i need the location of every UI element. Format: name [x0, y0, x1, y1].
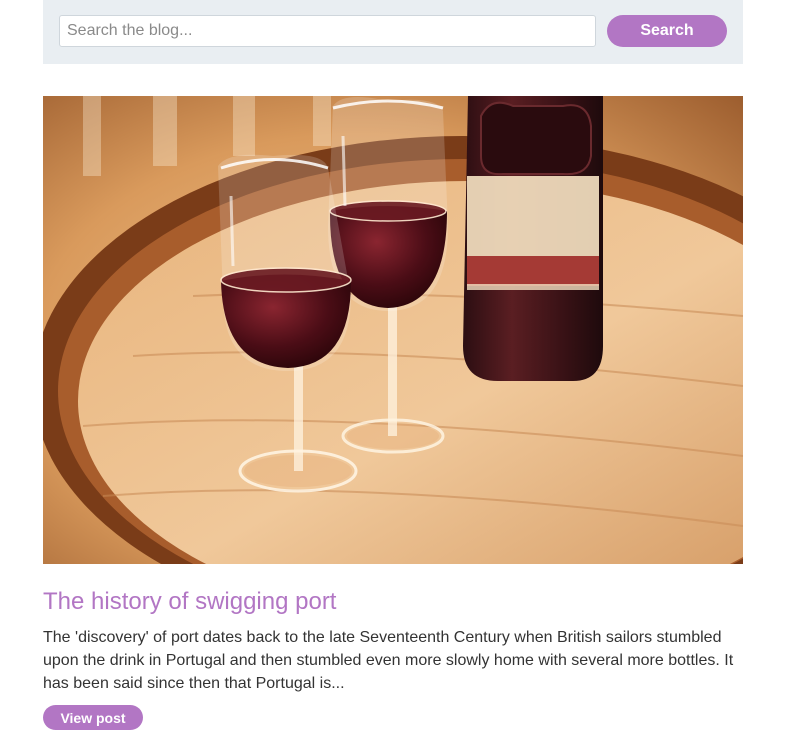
- search-button[interactable]: Search: [607, 15, 727, 47]
- search-bar: Search: [43, 0, 743, 64]
- post-image[interactable]: [43, 96, 743, 564]
- post-excerpt: The 'discovery' of port dates back to th…: [43, 629, 734, 692]
- view-post-button[interactable]: View post: [43, 705, 143, 730]
- post-title[interactable]: The history of swigging port: [43, 586, 336, 618]
- search-input[interactable]: [59, 15, 596, 47]
